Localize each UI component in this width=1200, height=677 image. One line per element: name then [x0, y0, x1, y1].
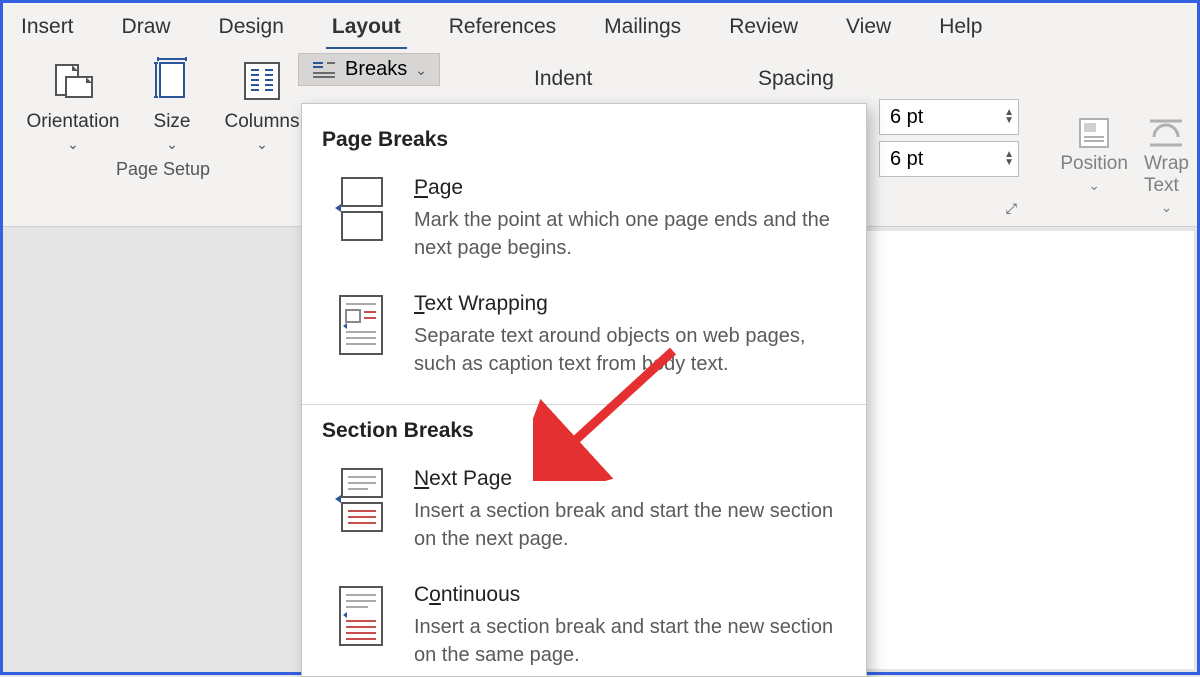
size-label: Size: [154, 111, 191, 134]
columns-label: Columns: [225, 111, 300, 134]
size-icon: [152, 57, 192, 105]
chevron-down-icon: ⌄: [1088, 177, 1100, 194]
tab-layout[interactable]: Layout: [326, 9, 407, 49]
wrap-text-icon: [1146, 113, 1186, 153]
chevron-down-icon: ⌄: [166, 136, 178, 153]
page-break-icon: [332, 176, 388, 244]
continuous-icon: [332, 583, 388, 651]
continuous-desc: Insert a section break and start the new…: [414, 613, 834, 669]
spinner-icon[interactable]: ▲▼: [1004, 151, 1014, 167]
tab-view[interactable]: View: [840, 9, 897, 49]
breaks-button[interactable]: Breaks ⌄: [298, 53, 440, 86]
chevron-down-icon: ⌄: [1161, 199, 1173, 216]
breaks-dropdown: Page Breaks Page Mark the point at which…: [301, 103, 867, 677]
break-next-page-item[interactable]: Next Page Insert a section break and sta…: [322, 459, 846, 575]
spacing-section-label: Spacing: [758, 67, 834, 91]
page-break-desc: Mark the point at which one page ends an…: [414, 206, 834, 262]
ribbon-tabs: Insert Draw Design Layout References Mai…: [3, 3, 1197, 49]
breaks-label: Breaks: [345, 58, 407, 81]
tab-references[interactable]: References: [443, 9, 562, 49]
spacing-before-value: 6 pt: [890, 106, 923, 129]
break-page-item[interactable]: Page Mark the point at which one page en…: [322, 168, 846, 284]
dialog-launcher-icon[interactable]: ⤢: [1006, 200, 1017, 217]
size-button[interactable]: Size ⌄: [141, 57, 203, 153]
position-button[interactable]: Position ⌄: [1060, 113, 1128, 216]
page-setup-group: Orientation ⌄ Size ⌄: [13, 57, 313, 222]
wrap-text-label: Wrap Text: [1144, 153, 1189, 197]
divider: [302, 404, 866, 405]
text-wrapping-icon: [332, 292, 388, 360]
page-breaks-heading: Page Breaks: [322, 128, 846, 152]
position-label: Position: [1060, 153, 1128, 175]
chevron-down-icon: ⌄: [415, 62, 427, 79]
tab-help[interactable]: Help: [933, 9, 988, 49]
columns-button[interactable]: Columns ⌄: [217, 57, 307, 153]
spacing-after-value: 6 pt: [890, 148, 923, 171]
tab-mailings[interactable]: Mailings: [598, 9, 687, 49]
breaks-icon: [311, 59, 337, 81]
orientation-icon: [50, 57, 96, 105]
tab-draw[interactable]: Draw: [116, 9, 177, 49]
columns-icon: [241, 57, 283, 105]
orientation-label: Orientation: [27, 111, 120, 134]
section-breaks-heading: Section Breaks: [322, 419, 846, 443]
spacing-before-input[interactable]: 6 pt ▲▼: [879, 99, 1019, 135]
break-text-wrapping-item[interactable]: Text Wrapping Separate text around objec…: [322, 284, 846, 400]
chevron-down-icon: ⌄: [256, 136, 268, 153]
tab-insert[interactable]: Insert: [15, 9, 80, 49]
position-icon: [1074, 113, 1114, 153]
next-page-desc: Insert a section break and start the new…: [414, 497, 834, 553]
orientation-button[interactable]: Orientation ⌄: [19, 57, 127, 153]
spinner-icon[interactable]: ▲▼: [1004, 109, 1014, 125]
indent-section-label: Indent: [534, 67, 592, 91]
tab-review[interactable]: Review: [723, 9, 804, 49]
wrap-text-button[interactable]: Wrap Text ⌄: [1144, 113, 1189, 216]
chevron-down-icon: ⌄: [67, 136, 79, 153]
next-page-icon: [332, 467, 388, 535]
document-area: [866, 231, 1194, 669]
break-continuous-item[interactable]: Continuous Insert a section break and st…: [322, 575, 846, 675]
text-wrap-desc: Separate text around objects on web page…: [414, 322, 834, 378]
page-setup-group-label: Page Setup: [116, 159, 210, 180]
tab-design[interactable]: Design: [213, 9, 290, 49]
spacing-after-input[interactable]: 6 pt ▲▼: [879, 141, 1019, 177]
